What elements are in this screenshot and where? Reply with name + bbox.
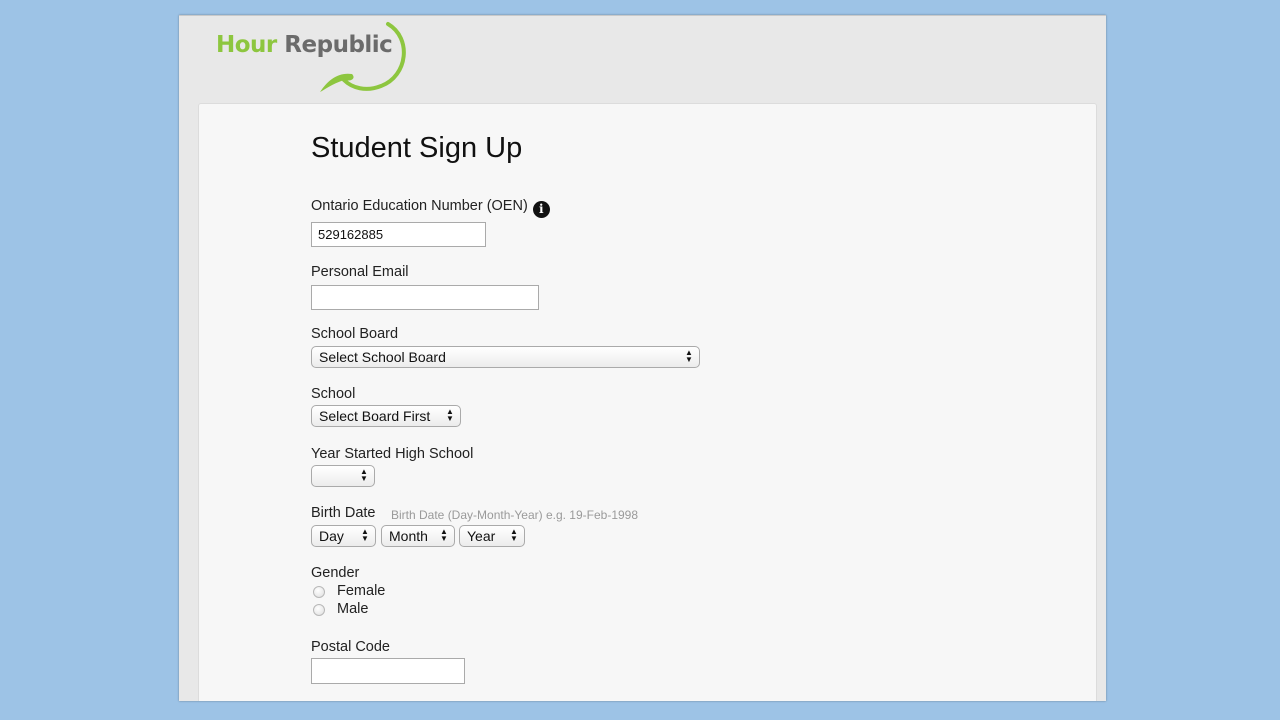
female-radio[interactable] [313,586,325,598]
page-title: Student Sign Up [311,132,523,164]
school-board-select[interactable]: Select School Board ▲ ▼ [311,346,700,368]
birth-day-select[interactable]: Day ▲ ▼ [311,525,376,547]
school-board-selected: Select School Board [319,349,446,365]
logo-word-hour: Hour [216,32,277,58]
school-label: School [311,386,356,402]
select-arrows-icon: ▲ ▼ [361,527,369,543]
select-arrows-icon: ▲ ▼ [446,407,454,423]
select-arrows-icon: ▲ ▼ [510,527,518,543]
male-radio[interactable] [313,604,325,616]
email-label: Personal Email [311,264,409,280]
gender-label: Gender [311,565,360,581]
select-arrows-icon: ▲ ▼ [360,467,368,483]
select-arrows-icon: ▲ ▼ [440,527,448,543]
gender-option-male[interactable]: Male [311,601,431,619]
postal-code-input[interactable] [311,658,465,684]
select-arrows-icon: ▲ ▼ [685,348,693,364]
birth-day-selected: Day [319,528,344,544]
school-selected: Select Board First [319,408,431,424]
oen-label-row: Ontario Education Number (OEN) i [311,198,550,218]
female-radio-label: Female [337,583,386,599]
birth-date-label: Birth Date [311,505,376,521]
email-field[interactable] [311,285,539,310]
info-icon[interactable]: i [532,201,550,218]
signup-panel: Student Sign Up Ontario Education Number… [198,103,1097,701]
birth-month-select[interactable]: Month ▲ ▼ [381,525,455,547]
male-radio-label: Male [337,601,369,617]
birth-month-selected: Month [389,528,428,544]
browser-window: Hour Republic Student Sign Up Ontario Ed… [179,15,1106,701]
postal-code-label: Postal Code [311,639,390,655]
logo-wordmark: Hour Republic [216,32,393,58]
oen-input[interactable] [311,222,486,247]
hour-republic-logo[interactable]: Hour Republic [216,18,416,94]
oen-label: Ontario Education Number (OEN) [311,198,528,214]
year-started-label: Year Started High School [311,446,474,462]
birth-year-selected: Year [467,528,496,544]
birth-year-select[interactable]: Year ▲ ▼ [459,525,525,547]
school-select[interactable]: Select Board First ▲ ▼ [311,405,461,427]
gender-option-female[interactable]: Female [311,583,431,601]
logo-word-republic: Republic [284,32,393,58]
birth-date-hint: Birth Date (Day-Month-Year) e.g. 19-Feb-… [391,508,639,522]
school-board-label: School Board [311,326,399,342]
year-started-select[interactable]: ▲ ▼ [311,465,375,487]
